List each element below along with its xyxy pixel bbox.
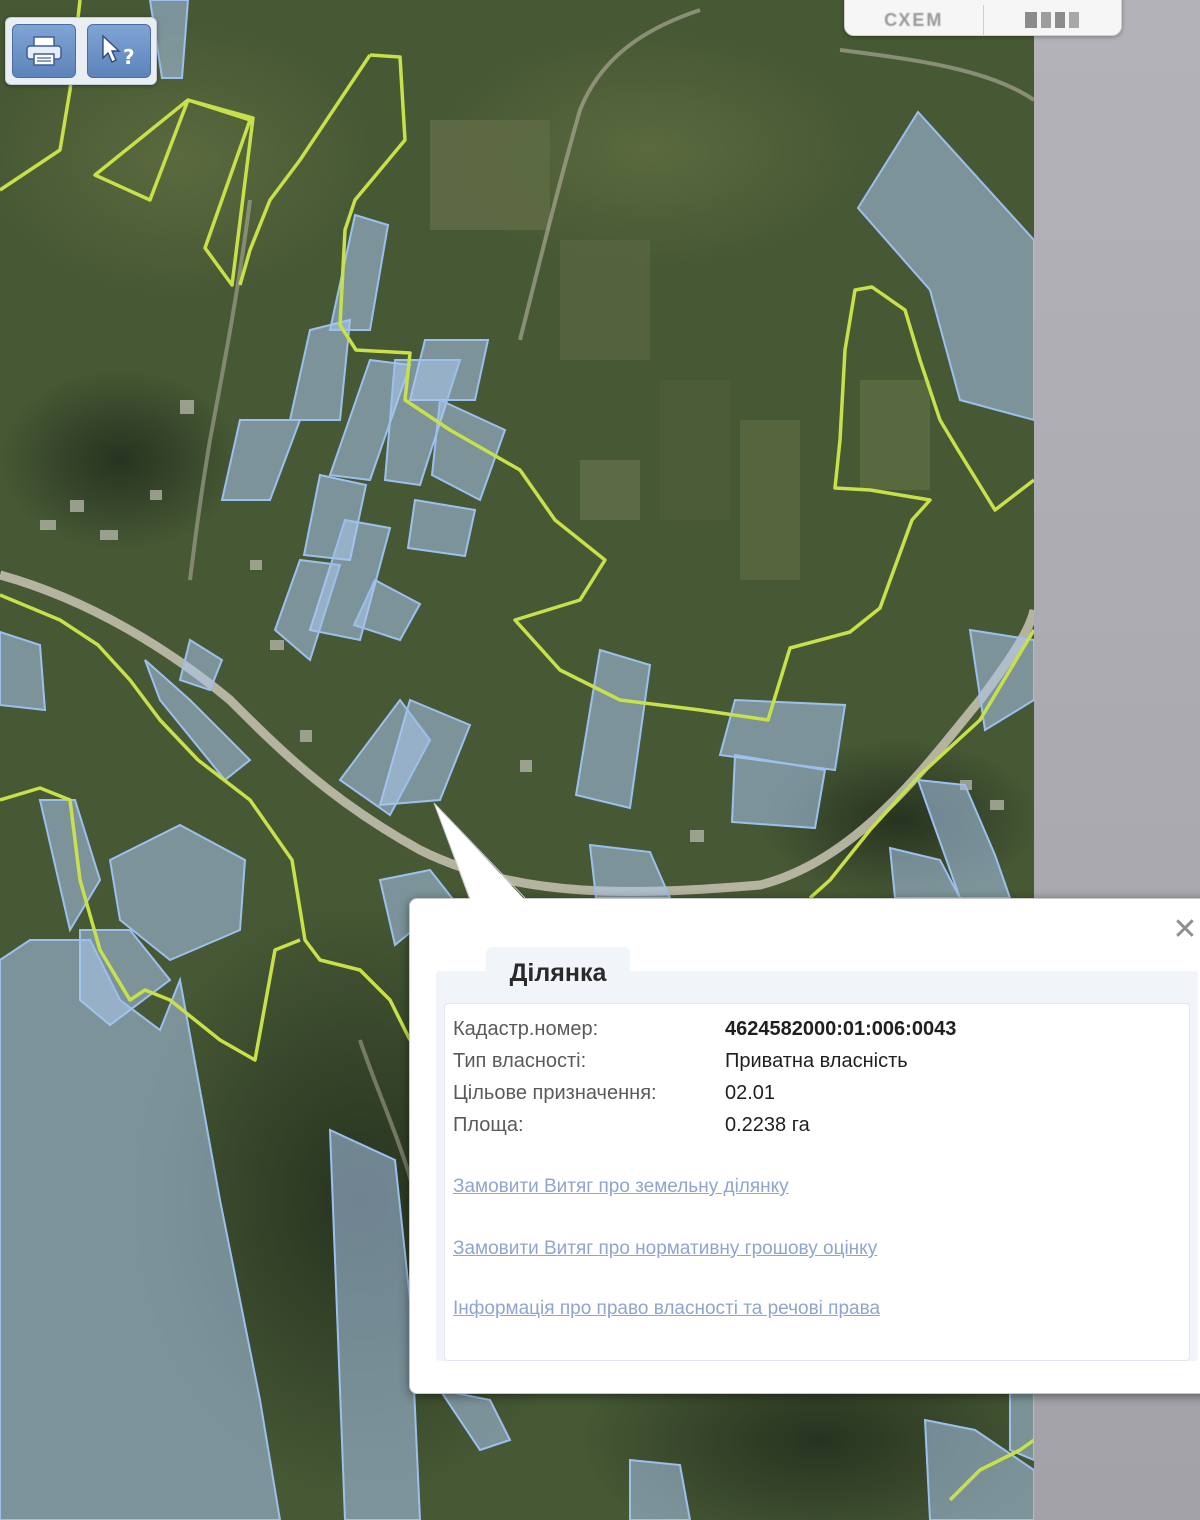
parcel[interactable] (629, 1458, 692, 1520)
map-layer-label: СХЕМ (884, 9, 944, 30)
order-land-extract-link[interactable]: Замовити Витяг про земельну ділянку (453, 1176, 789, 1198)
tab-parcel[interactable]: Ділянка (486, 947, 630, 999)
ownership-type-value: Приватна власність (725, 1050, 908, 1072)
identify-button[interactable]: ? (86, 24, 151, 78)
cursor-help-icon: ? (101, 34, 135, 69)
close-button[interactable]: ✕ (1168, 913, 1200, 947)
layer-switcher: СХЕМ (844, 0, 1122, 36)
area-value: 0.2238 га (725, 1114, 810, 1136)
print-button[interactable] (11, 24, 76, 78)
parcel[interactable] (0, 630, 47, 712)
satellite-layer-icon (1025, 12, 1080, 28)
close-icon: ✕ (1172, 913, 1198, 946)
tab-parcel-label: Ділянка (509, 958, 607, 987)
svg-text:?: ? (123, 45, 135, 69)
forest (0, 370, 240, 550)
field (860, 380, 930, 490)
field-label: Кадастр.номер: (453, 1018, 599, 1040)
cadastral-number-value: 4624582000:01:006:0043 (725, 1018, 957, 1040)
field (660, 380, 730, 520)
layer-satellite-button[interactable] (982, 5, 1122, 35)
field-label: Площа: (453, 1114, 524, 1136)
order-valuation-extract-link[interactable]: Замовити Витяг про нормативну грошову оц… (453, 1238, 877, 1260)
layer-map-button[interactable]: СХЕМ (845, 5, 983, 35)
parcel-info-popup: ✕ Ділянка Кадастр.номер: 4624582000:01:0… (409, 898, 1200, 1394)
field (430, 30, 870, 270)
ownership-rights-info-link[interactable]: Інформація про право власності та речові… (453, 1298, 880, 1320)
printer-icon (25, 36, 62, 66)
purpose-value: 02.01 (725, 1082, 776, 1104)
field (740, 420, 800, 580)
field-label: Тип власності: (453, 1050, 587, 1072)
map-toolbar: ? (5, 17, 157, 85)
field-label: Цільове призначення: (453, 1082, 657, 1104)
parcel[interactable] (406, 498, 477, 558)
parcel-details: Кадастр.номер: 4624582000:01:006:0043 Ти… (444, 1003, 1190, 1361)
field (580, 460, 640, 520)
